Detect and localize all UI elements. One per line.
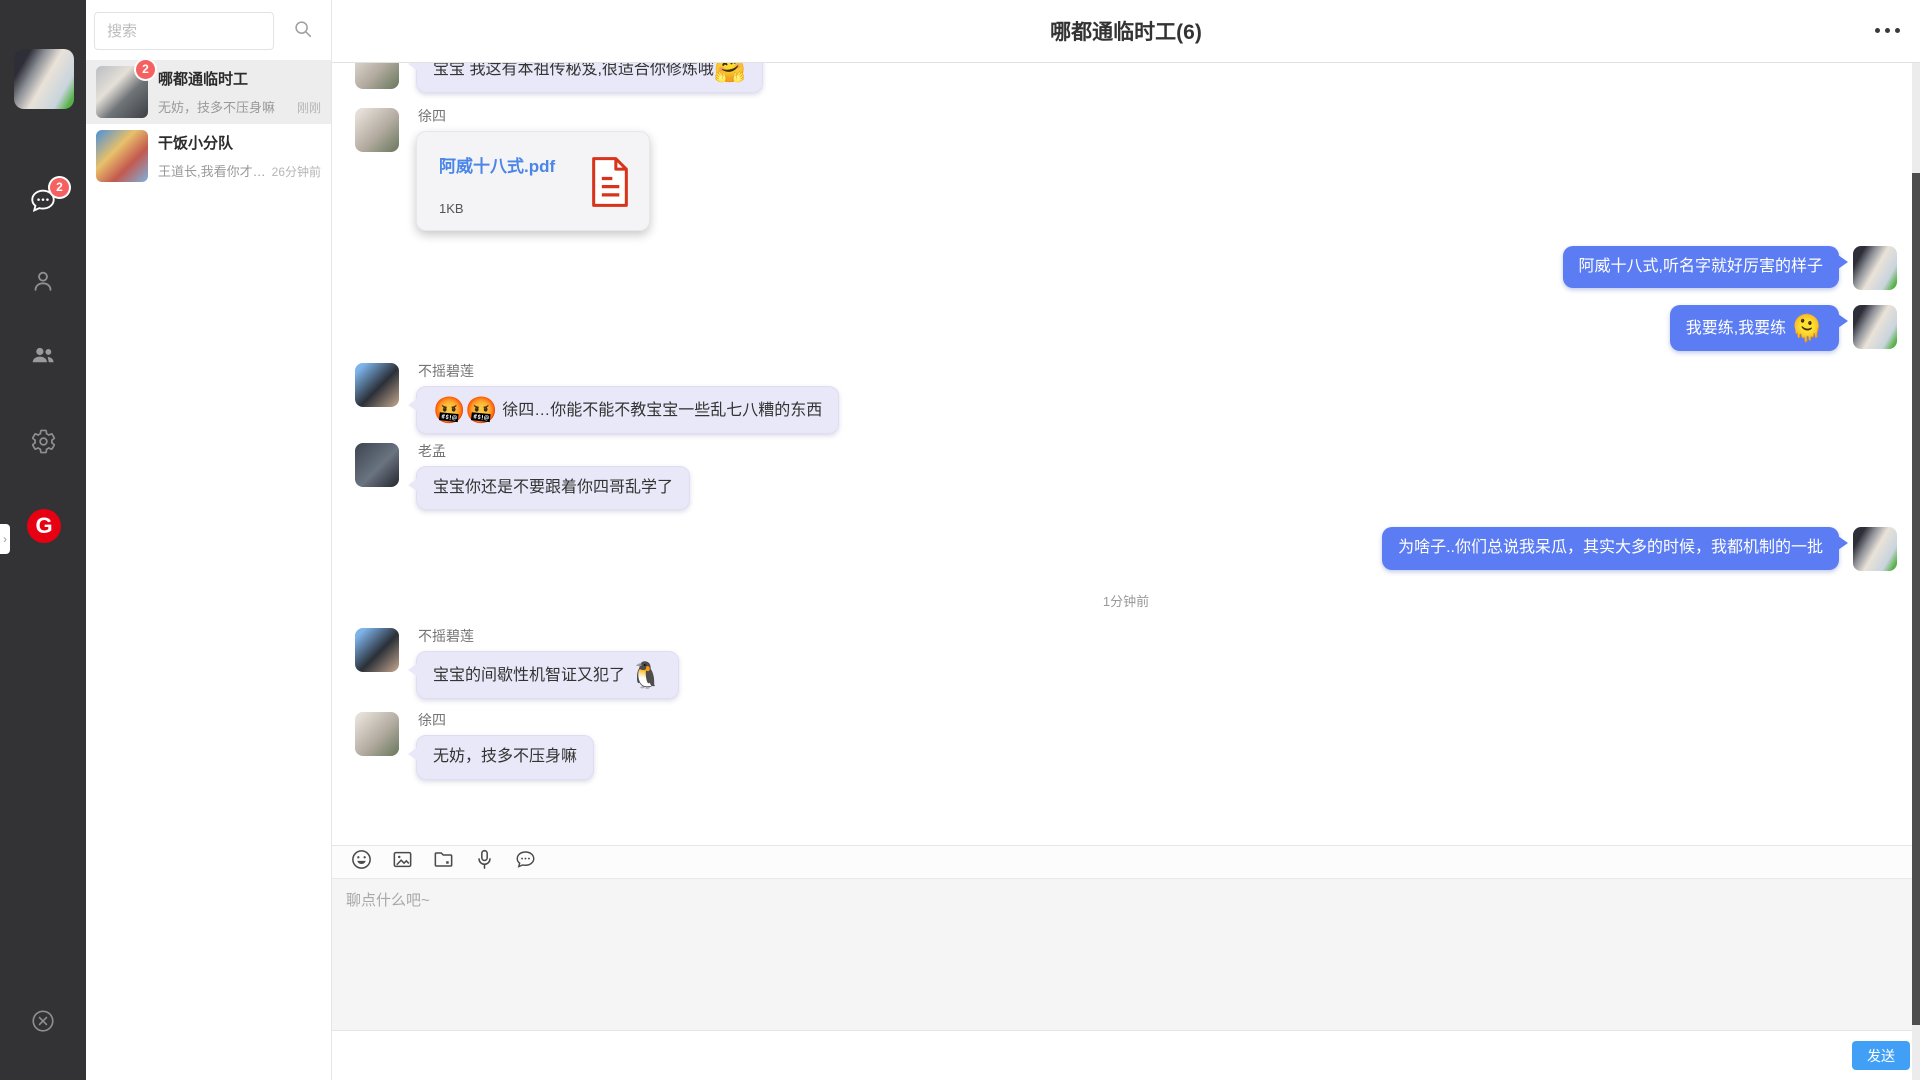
group-avatar xyxy=(96,130,148,182)
unread-badge: 2 xyxy=(50,178,69,197)
sender-avatar[interactable] xyxy=(355,363,399,407)
chat-preview: 无妨，技多不压身嘛 xyxy=(158,97,293,116)
message-row: 宝宝 我这有本祖传秘笈,很适合你修炼哦🤗 xyxy=(355,63,1897,93)
sender-avatar[interactable] xyxy=(355,108,399,152)
message-bubble: 🤬🤬 徐四…你能不能不教宝宝一些乱七八糟的东西 xyxy=(416,386,839,434)
smiley-icon xyxy=(350,848,373,876)
message-bubble: 宝宝你还是不要跟着你四哥乱学了 xyxy=(416,466,690,510)
message-row: 不摇碧莲 宝宝的间歇性机智证又犯了 🐧 xyxy=(355,628,1897,699)
message-bubble: 阿威十八式,听名字就好厉害的样子 xyxy=(1563,246,1839,288)
g-logo-icon[interactable]: G xyxy=(27,509,61,543)
left-rail: 2 G › xyxy=(0,0,86,1080)
message-row: 阿威十八式,听名字就好厉害的样子 xyxy=(355,246,1897,290)
sender-name: 不摇碧莲 xyxy=(418,363,839,379)
hug-emoji: 🤗 xyxy=(714,63,746,84)
composer: 发送 xyxy=(332,845,1920,1080)
file-name[interactable]: 阿威十八式.pdf xyxy=(439,152,555,177)
more-menu-button[interactable] xyxy=(1875,28,1900,33)
group-people-icon xyxy=(28,341,58,369)
file-size: 1KB xyxy=(439,201,555,216)
nav-settings-button[interactable] xyxy=(0,428,86,455)
unread-badge: 2 xyxy=(136,60,155,79)
image-icon xyxy=(391,848,414,876)
send-row: 发送 xyxy=(332,1030,1920,1080)
conversation-title: 哪都通临时工(6) xyxy=(1050,16,1202,46)
voice-button[interactable] xyxy=(472,850,496,874)
message-row: 老孟 宝宝你还是不要跟着你四哥乱学了 xyxy=(355,443,1897,510)
sender-name: 不摇碧莲 xyxy=(418,628,679,644)
search-button[interactable] xyxy=(288,16,318,46)
image-button[interactable] xyxy=(390,850,414,874)
chat-avatar-wrap xyxy=(96,130,148,182)
chat-list-item[interactable]: 干饭小分队 王道长,我看你才… 26分钟前 xyxy=(86,124,331,188)
message-input[interactable] xyxy=(332,879,1920,1030)
emoji-button[interactable] xyxy=(349,850,373,874)
chat-avatar-wrap: 2 xyxy=(96,66,148,118)
chat-app-window: 2 G › xyxy=(0,0,1920,1080)
chat-title: 哪都通临时工 xyxy=(158,68,321,89)
sender-avatar[interactable] xyxy=(355,63,399,89)
pdf-document-icon xyxy=(589,152,631,216)
file-attachment-card[interactable]: 阿威十八式.pdf 1KB xyxy=(416,131,650,231)
message-bubble: 宝宝 我这有本祖传秘笈,很适合你修炼哦🤗 xyxy=(416,63,763,93)
nav-contacts-button[interactable] xyxy=(0,267,86,295)
message-row: 为啥子..你们总说我呆瓜，其实大多的时候，我都机制的一批 xyxy=(355,527,1897,571)
history-button[interactable] xyxy=(513,850,537,874)
own-avatar[interactable] xyxy=(1853,305,1897,349)
message-bubble: 无妨，技多不压身嘛 xyxy=(416,735,594,779)
chat-bubble-dots-icon xyxy=(514,848,537,876)
own-avatar[interactable] xyxy=(1853,527,1897,571)
folder-icon xyxy=(432,848,455,876)
person-icon xyxy=(29,267,57,295)
penguin-sticker: 🐧 xyxy=(629,660,661,690)
message-bubble: 为啥子..你们总说我呆瓜，其实大多的时候，我都机制的一批 xyxy=(1382,527,1839,569)
scrollbar-track[interactable] xyxy=(1912,63,1920,1080)
file-button[interactable] xyxy=(431,850,455,874)
chat-title: 干饭小分队 xyxy=(158,132,321,153)
own-avatar[interactable] xyxy=(1853,246,1897,290)
time-divider: 1分钟前 xyxy=(355,591,1897,610)
nav-groups-button[interactable] xyxy=(0,341,86,369)
sender-name: 老孟 xyxy=(418,443,690,459)
conversation-panel: 哪都通临时工(6) 宝宝 我这有本祖传秘笈,很适合你修炼哦🤗 徐四 阿威十八式.… xyxy=(332,0,1920,1080)
sender-name: 徐四 xyxy=(418,712,594,728)
melting-face-emoji: 🫠 xyxy=(1791,313,1823,343)
message-row: 我要练,我要练 🫠 xyxy=(355,305,1897,351)
drawer-handle[interactable]: › xyxy=(0,524,10,554)
search-input[interactable] xyxy=(94,12,274,50)
composer-toolbar xyxy=(332,846,1920,879)
avatar[interactable] xyxy=(14,49,74,109)
message-list: 宝宝 我这有本祖传秘笈,很适合你修炼哦🤗 徐四 阿威十八式.pdf 1KB xyxy=(332,63,1920,845)
send-button[interactable]: 发送 xyxy=(1852,1041,1910,1070)
conversation-header: 哪都通临时工(6) xyxy=(332,0,1920,63)
angry-emoji: 🤬🤬 xyxy=(433,395,498,425)
sender-avatar[interactable] xyxy=(355,628,399,672)
search-icon xyxy=(292,18,314,45)
message-row: 不摇碧莲 🤬🤬 徐四…你能不能不教宝宝一些乱七八糟的东西 xyxy=(355,363,1897,434)
sender-avatar[interactable] xyxy=(355,712,399,756)
scrollbar-thumb[interactable] xyxy=(1912,173,1920,1025)
search-row xyxy=(86,0,331,60)
microphone-icon xyxy=(473,848,496,876)
close-app-button[interactable] xyxy=(0,1008,86,1034)
message-bubble: 我要练,我要练 🫠 xyxy=(1670,305,1839,351)
gear-icon xyxy=(30,428,57,455)
sender-avatar[interactable] xyxy=(355,443,399,487)
sender-name: 徐四 xyxy=(418,108,650,124)
message-row: 徐四 无妨，技多不压身嘛 xyxy=(355,712,1897,779)
message-bubble: 宝宝的间歇性机智证又犯了 🐧 xyxy=(416,651,679,699)
chat-list-panel: 2 哪都通临时工 无妨，技多不压身嘛 刚刚 干饭小分队 王道长,我看你才… 26… xyxy=(86,0,332,1080)
chat-time: 刚刚 xyxy=(297,99,321,116)
chat-time: 26分钟前 xyxy=(272,163,321,180)
close-circle-icon xyxy=(30,1008,56,1034)
nav-chats-button[interactable]: 2 xyxy=(0,187,86,215)
chat-preview: 王道长,我看你才… xyxy=(158,161,268,180)
chat-list-item[interactable]: 2 哪都通临时工 无妨，技多不压身嘛 刚刚 xyxy=(86,60,331,124)
message-row: 徐四 阿威十八式.pdf 1KB xyxy=(355,108,1897,231)
